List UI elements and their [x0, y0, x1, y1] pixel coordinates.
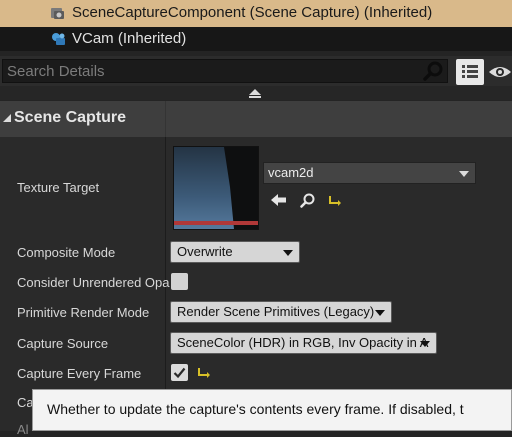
texture-target-label: Texture Target: [17, 180, 100, 195]
search-input[interactable]: [2, 59, 448, 83]
capture-every-frame-checkbox[interactable]: [171, 364, 188, 381]
consider-unrendered-label: Consider Unrendered Opa: [17, 275, 170, 290]
checkmark-icon: [173, 367, 186, 379]
primitive-render-mode-label: Primitive Render Mode: [17, 305, 150, 320]
collapse-arrow-icon[interactable]: [247, 87, 263, 99]
reset-to-default-icon[interactable]: [197, 367, 211, 379]
reset-to-default-icon[interactable]: [328, 195, 342, 207]
partial-row-label: Al: [17, 422, 29, 437]
texture-thumbnail[interactable]: [173, 146, 259, 230]
primitive-render-mode-dropdown[interactable]: Render Scene Primitives (Legacy): [170, 301, 392, 323]
primitive-render-mode-value: Render Scene Primitives (Legacy): [177, 304, 375, 319]
texture-asset-name: vcam2d: [268, 165, 314, 180]
component-row-vcam[interactable]: VCam (Inherited): [0, 27, 512, 51]
category-title: Scene Capture: [14, 109, 127, 126]
texture-preview-image: [174, 147, 258, 229]
browse-search-icon[interactable]: [300, 192, 316, 208]
tooltip-text: Whether to update the capture's contents…: [47, 401, 464, 417]
scene-capture-icon: [51, 8, 64, 19]
list-view-icon: [462, 65, 478, 78]
consider-unrendered-checkbox[interactable]: [171, 273, 188, 290]
use-selected-arrow-icon[interactable]: [270, 193, 288, 207]
capture-every-frame-label: Capture Every Frame: [17, 366, 142, 381]
tooltip: Whether to update the capture's contents…: [32, 389, 512, 431]
capture-source-dropdown[interactable]: SceneColor (HDR) in RGB, Inv Opacity in …: [170, 332, 437, 354]
column-divider: [165, 101, 166, 137]
search-icon[interactable]: [422, 60, 444, 82]
composite-mode-label: Composite Mode: [17, 245, 116, 260]
capture-source-label: Capture Source: [17, 336, 109, 351]
chevron-down-icon: [420, 341, 430, 347]
component-label: VCam (Inherited): [72, 30, 187, 47]
chevron-down-icon: [283, 250, 293, 256]
eye-icon[interactable]: [488, 60, 512, 84]
chevron-down-icon: [375, 310, 385, 316]
composite-mode-value: Overwrite: [177, 244, 233, 259]
component-row-scene-capture[interactable]: SceneCaptureComponent (Scene Capture) (I…: [0, 0, 512, 27]
composite-mode-dropdown[interactable]: Overwrite: [170, 241, 300, 263]
expand-arrow-icon[interactable]: [2, 113, 12, 123]
texture-asset-picker[interactable]: vcam2d: [263, 162, 476, 184]
vcam-icon: [52, 33, 65, 45]
capture-source-value: SceneColor (HDR) in RGB, Inv Opacity in …: [177, 335, 429, 350]
view-options-button[interactable]: [456, 59, 484, 85]
component-label: SceneCaptureComponent (Scene Capture) (I…: [72, 4, 433, 21]
chevron-down-icon: [459, 171, 469, 177]
